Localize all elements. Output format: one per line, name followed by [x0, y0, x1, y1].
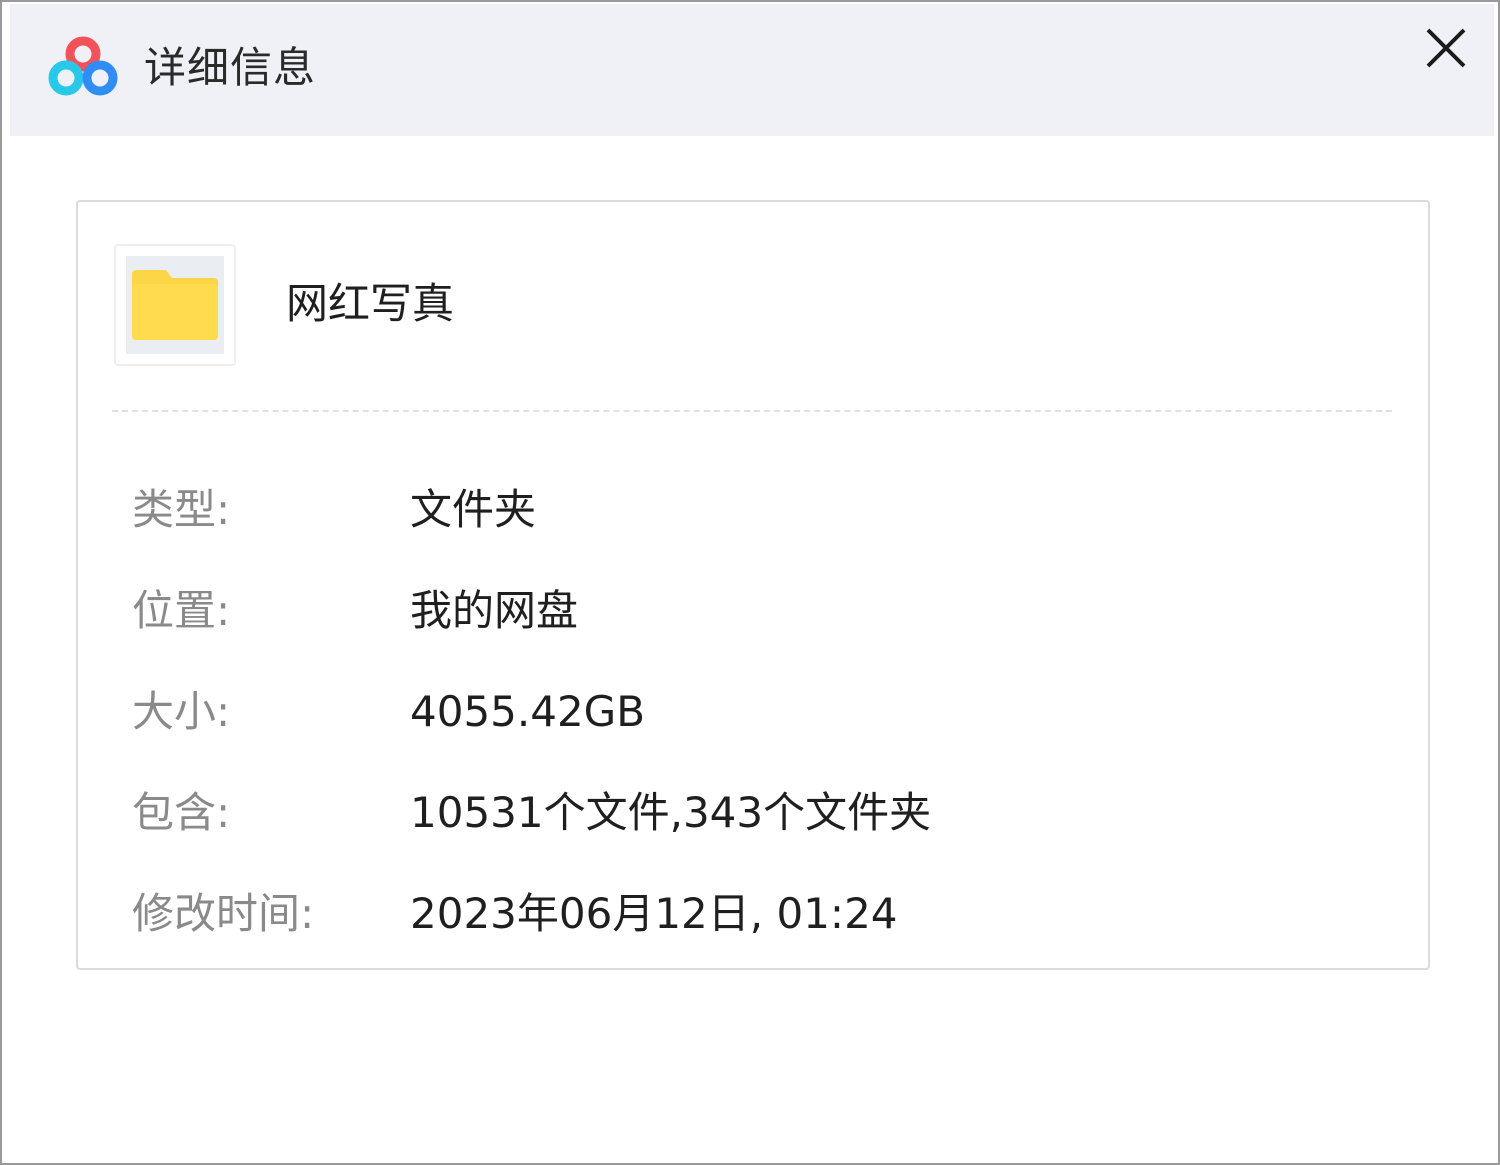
- close-icon[interactable]: [1418, 20, 1474, 76]
- detail-label: 包含:: [132, 788, 231, 837]
- detail-label: 修改时间:: [132, 889, 315, 938]
- folder-icon: [126, 270, 224, 358]
- detail-row-type: 类型: 文件夹: [132, 480, 1372, 540]
- divider: [112, 410, 1392, 412]
- detail-label: 类型:: [132, 485, 231, 534]
- details-card: 网红写真 类型: 文件夹 位置: 我的网盘 大小: 4055.42GB 包含: …: [76, 200, 1430, 970]
- detail-value[interactable]: 我的网盘: [410, 581, 578, 641]
- detail-value: 文件夹: [410, 485, 537, 534]
- file-name: 网红写真: [286, 279, 455, 328]
- detail-row-contains: 包含: 10531个文件,343个文件夹: [132, 783, 1372, 843]
- detail-value: 4055.42GB: [410, 687, 646, 736]
- detail-value: 2023年06月12日, 01:24: [410, 889, 898, 938]
- details-dialog: 详细信息 网红写真 类型: 文件夹 位置: 我的网盘 大小: 4055.42GB…: [0, 0, 1500, 1165]
- baidu-netdisk-logo-icon: [46, 34, 120, 100]
- detail-label: 位置:: [132, 586, 231, 635]
- detail-label: 大小:: [132, 687, 231, 736]
- detail-row-modified-time: 修改时间: 2023年06月12日, 01:24: [132, 884, 1372, 944]
- file-thumbnail: [114, 244, 236, 366]
- dialog-title: 详细信息: [144, 43, 317, 92]
- detail-row-size: 大小: 4055.42GB: [132, 682, 1372, 742]
- title-bar[interactable]: 详细信息: [10, 4, 1494, 136]
- detail-row-location: 位置: 我的网盘: [132, 581, 1372, 641]
- detail-value: 10531个文件,343个文件夹: [410, 788, 932, 837]
